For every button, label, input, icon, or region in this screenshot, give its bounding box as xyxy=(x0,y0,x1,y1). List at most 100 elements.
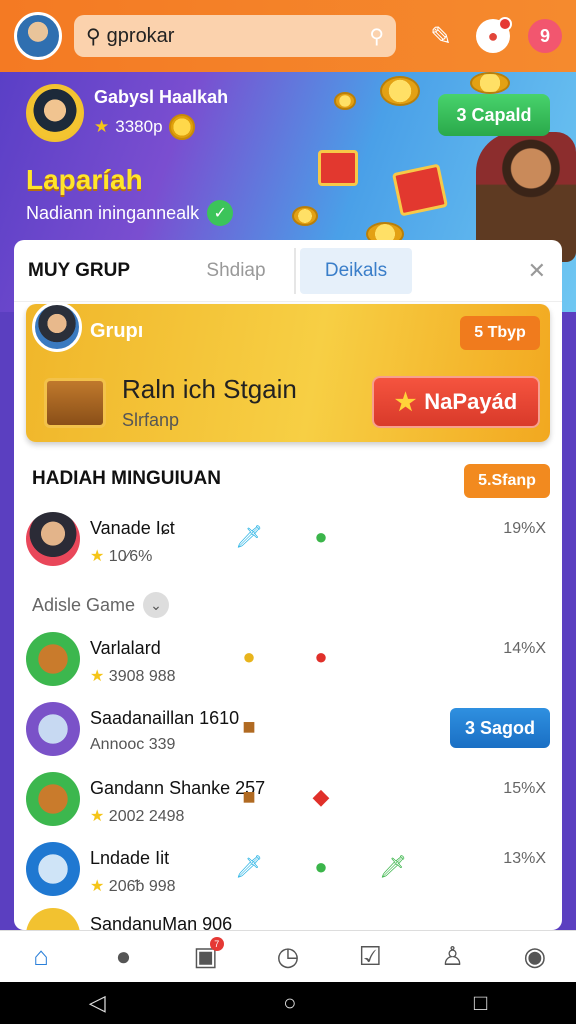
ruby-icon: ◆ xyxy=(312,784,330,809)
item-sub: ★ 2002 2498 xyxy=(90,806,184,826)
item-percent: 19%X xyxy=(503,520,546,537)
item-sub: Annooc 339 xyxy=(90,736,176,753)
hero-avatar[interactable] xyxy=(26,84,84,142)
tab-my-group[interactable]: MUY GRUP xyxy=(28,248,178,294)
promo-button[interactable]: ★ NaPayád xyxy=(372,376,540,428)
top-bar: ⚲ ɡprokar ⚲ ✎ ● 9 xyxy=(0,0,576,72)
avatar xyxy=(26,702,80,756)
reward-items: ■ xyxy=(236,714,262,740)
avatar xyxy=(26,512,80,566)
item-percent: 13%X xyxy=(503,850,546,867)
promo-badge[interactable]: 5 Tbyp xyxy=(460,316,540,350)
coin-icon: ● xyxy=(314,524,328,549)
mail-icon[interactable]: ☑ xyxy=(350,941,390,972)
chat-icon[interactable]: ● xyxy=(103,941,143,972)
coin-decoration xyxy=(380,76,420,106)
star-icon: ★ xyxy=(90,668,105,685)
hero-user-points: ★ 3380p xyxy=(94,113,228,140)
star-icon: ★ xyxy=(90,808,105,825)
hero-subtitle: Nadiann iningannealk ✓ xyxy=(26,200,234,226)
hero-title: Laparíah xyxy=(26,164,143,195)
profile-icon[interactable]: ♙ xyxy=(433,941,473,972)
promo-avatar xyxy=(32,302,82,352)
home-circle-icon[interactable]: ○ xyxy=(283,990,296,1016)
tab-shop[interactable]: Shdiap xyxy=(178,247,296,294)
recents-icon[interactable]: □ xyxy=(474,990,487,1016)
chest-icon: ■ xyxy=(242,714,256,739)
reward-items: ● ● xyxy=(236,644,334,670)
search-submit-icon[interactable]: ⚲ xyxy=(369,24,384,49)
star-icon: ★ xyxy=(90,878,105,895)
list-item[interactable]: Saadanaillan 1610 Annooc 339 ■ 3 Sagod xyxy=(26,702,550,762)
calendar-icon[interactable]: ▣ 7 xyxy=(186,937,226,972)
tab-details[interactable]: Deikals xyxy=(300,247,412,294)
clock-icon[interactable]: ◷ xyxy=(268,941,308,972)
coin-icon xyxy=(168,113,195,140)
promo-subtitle: Slrfanp xyxy=(122,410,180,430)
user-avatar[interactable] xyxy=(14,12,62,60)
reward-items: 🗡 ● xyxy=(235,524,334,550)
item-sub-value: 10⁄6% xyxy=(108,548,153,565)
list-item[interactable]: Vanade Iɕt ★ 10⁄6% 🗡 ● 19%X xyxy=(26,512,550,572)
close-icon[interactable]: ✕ xyxy=(528,258,546,284)
list-item[interactable]: Gandann Shanke 257 ★ 2002 2498 ■ ◆ 15%X xyxy=(26,772,550,832)
avatar xyxy=(26,772,80,826)
search-icon: ⚲ xyxy=(86,25,101,48)
item-name: Varlalard xyxy=(90,638,161,658)
promo-card[interactable]: Grupı 5 Tbyp Raln ich Stgain Slrfanp ★ N… xyxy=(26,302,550,442)
notification-dot xyxy=(498,17,512,31)
check-icon: ✓ xyxy=(207,200,234,226)
ruby-icon: ● xyxy=(314,644,328,669)
search-input[interactable]: ɡprokar xyxy=(107,25,364,48)
star-icon: ★ xyxy=(90,548,105,565)
sword-icon: 🗡 xyxy=(235,524,263,549)
avatar xyxy=(26,908,80,930)
reward-items: ■ ◆ xyxy=(236,784,334,810)
item-name: Lndade Iit xyxy=(90,848,170,868)
star-icon: ★ xyxy=(94,116,110,136)
pencil-icon[interactable]: ✎ xyxy=(424,19,458,53)
chest-icon: ■ xyxy=(242,784,256,809)
points-value: 3380p xyxy=(115,116,163,136)
item-sub-value: 3908 988 xyxy=(108,668,176,685)
home-icon[interactable]: ⌂ xyxy=(21,941,61,972)
games-icon[interactable]: ◉ xyxy=(515,941,555,972)
system-navigation-bar: ◁ ○ □ xyxy=(0,982,576,1024)
item-sub: ★ 206ᵬ 998 xyxy=(90,876,176,896)
hero-user: Gabysl Haalkah ★ 3380p xyxy=(26,84,228,142)
promo-button-label: NaPayád xyxy=(424,389,518,414)
chevron-down-icon: ⌄ xyxy=(143,592,170,618)
avatar xyxy=(26,632,80,686)
list-item[interactable]: Lndade Iit ★ 206ᵬ 998 🗡 ● 🗡 13%X xyxy=(26,842,550,902)
list-item[interactable]: SandanuMan 906 xyxy=(26,908,550,930)
help-icon[interactable]: 9 xyxy=(528,19,562,53)
gift-icon xyxy=(391,163,449,217)
item-name: Vanade Iɕt xyxy=(90,518,175,538)
calendar-badge: 7 xyxy=(209,937,224,951)
coin-decoration xyxy=(470,72,510,94)
search-bar[interactable]: ⚲ ɡprokar ⚲ xyxy=(74,15,396,57)
avatar xyxy=(26,842,80,896)
coin-icon: ● xyxy=(314,854,328,879)
main-panel: MUY GRUP Shdiap Deikals ✕ Grupı 5 Tbyp R… xyxy=(14,240,562,930)
promo-title: Raln ich Stgain xyxy=(122,374,297,404)
tab-bar: MUY GRUP Shdiap Deikals ✕ xyxy=(14,240,562,302)
back-icon[interactable]: ◁ xyxy=(89,990,106,1016)
chest-icon xyxy=(44,378,106,428)
promo-group-label: Grupı xyxy=(90,320,144,342)
item-name: SandanuMan 906 xyxy=(90,914,233,930)
game-divider[interactable]: Adisle Game ⌄ xyxy=(32,592,170,618)
item-percent: 14%X xyxy=(503,640,546,657)
item-sub: ★ 3908 988 xyxy=(90,666,176,686)
item-percent: 15%X xyxy=(503,780,546,797)
item-sub-value: 206ᵬ 998 xyxy=(108,878,176,895)
reward-items: 🗡 ● 🗡 xyxy=(235,854,407,880)
notification-icon[interactable]: ● xyxy=(476,17,512,53)
list-item[interactable]: Varlalard ★ 3908 988 ● ● 14%X xyxy=(26,632,550,692)
divider-label-text: Adisle Game xyxy=(32,594,136,615)
sword-icon: 🗡 xyxy=(235,854,263,879)
section-badge[interactable]: 5.Sfanp xyxy=(464,464,550,498)
claim-button[interactable]: 3 Sagod xyxy=(450,708,550,748)
bottom-navigation: ⌂ ● ▣ 7 ◷ ☑ ♙ ◉ xyxy=(0,930,576,982)
hero-button[interactable]: 3 Capald xyxy=(438,94,550,136)
